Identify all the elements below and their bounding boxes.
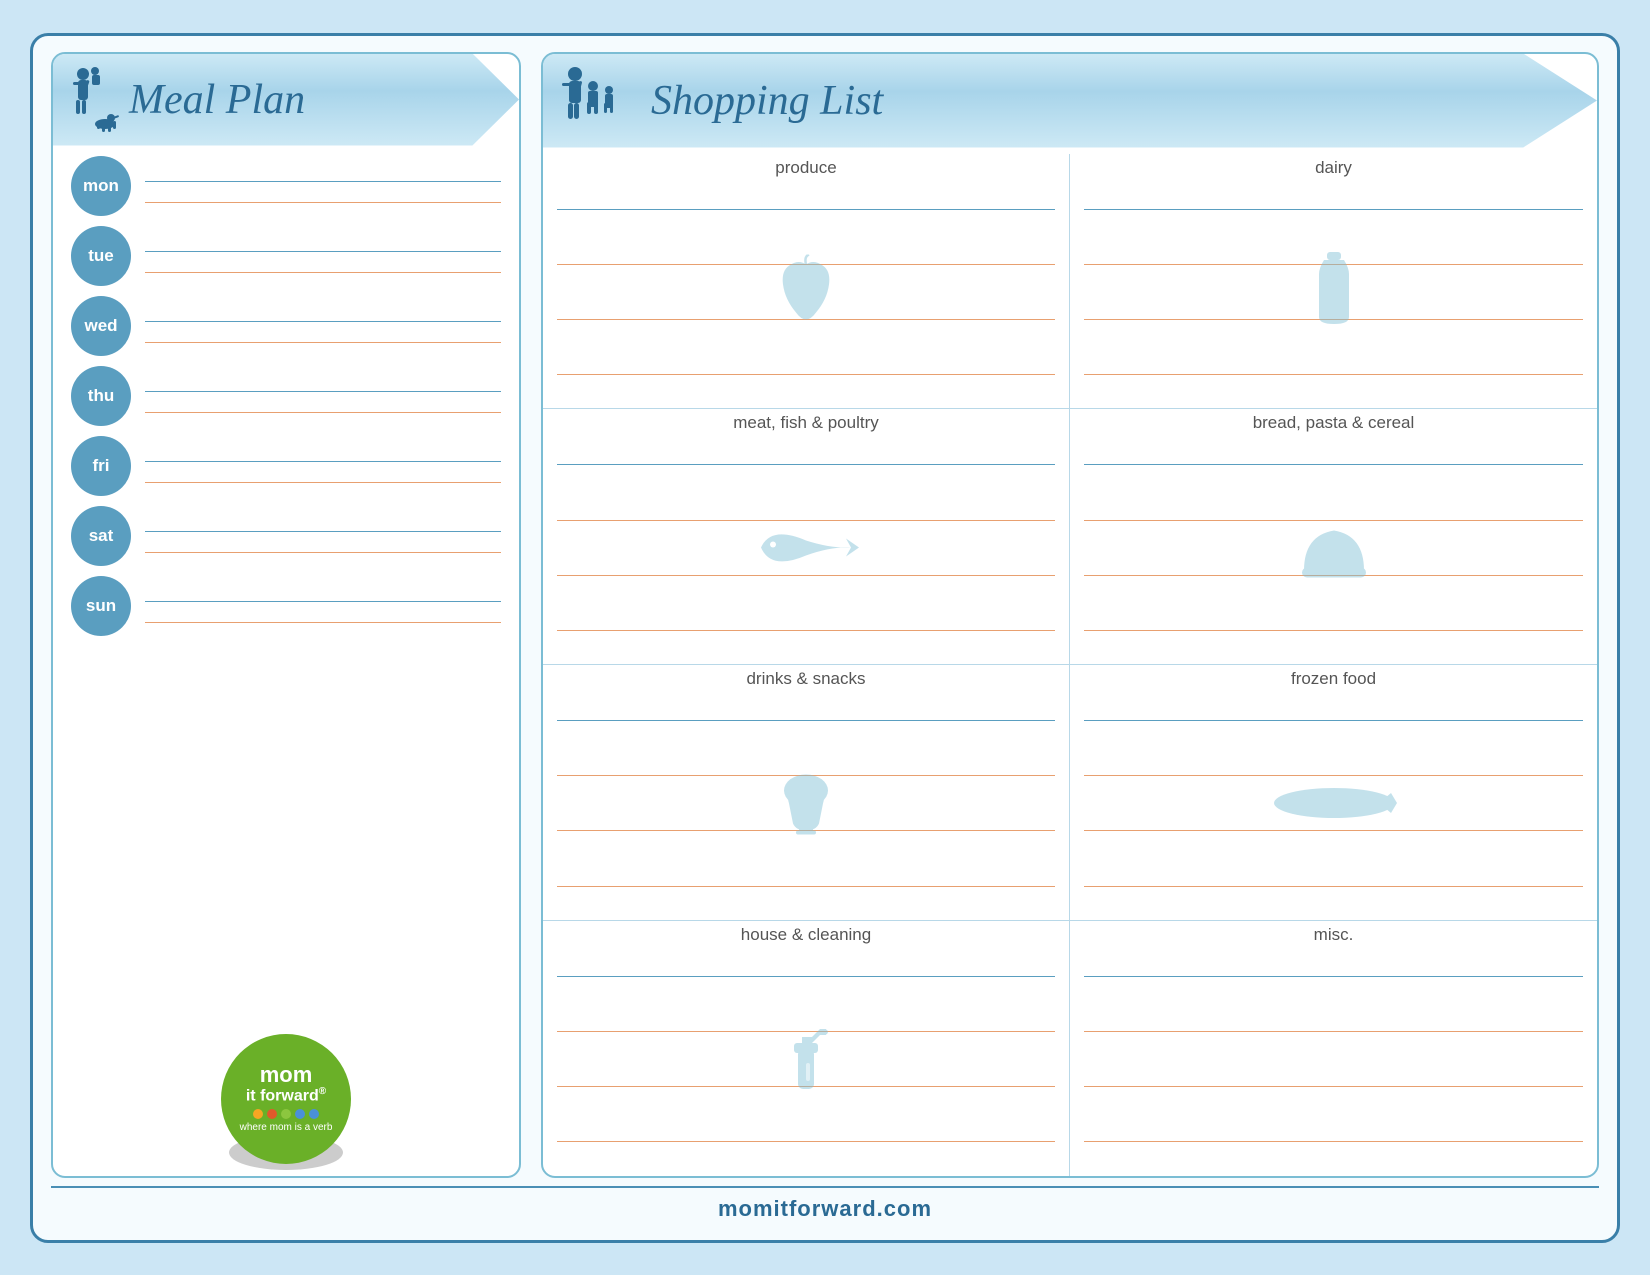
section-misc: misc. [1070,921,1597,1176]
day-row-mon: mon [71,156,501,216]
meal-plan-icon [67,66,119,134]
logo-area: mom it forward® where mom is a verb [53,1026,519,1176]
section-drinks: drinks & snacks [543,665,1069,921]
day-row-sun: sun [71,576,501,636]
logo-tagline: where mom is a verb [240,1122,333,1133]
section-frozen: frozen food [1070,665,1597,921]
meal-plan-header: Meal Plan [53,54,519,146]
fish-icon [751,520,861,575]
day-circle-wed: wed [71,296,131,356]
day-circle-tue: tue [71,226,131,286]
day-row-sat: sat [71,506,501,566]
section-title-house: house & cleaning [557,925,1055,949]
section-title-misc: misc. [1084,925,1583,949]
panels-row: Meal Plan mon tue [51,52,1599,1178]
bread-icon [1294,515,1374,580]
day-row-fri: fri [71,436,501,496]
meal-plan-panel: Meal Plan mon tue [51,52,521,1178]
section-house: house & cleaning [543,921,1069,1176]
section-title-drinks: drinks & snacks [557,669,1055,693]
logo-circle: mom it forward® where mom is a verb [221,1034,351,1164]
logo-text-itforward: it forward® [246,1086,326,1106]
day-row-tue: tue [71,226,501,286]
logo-text-mom: mom [260,1064,313,1086]
left-column: produce [543,154,1070,1176]
day-circle-sun: sun [71,576,131,636]
page-wrapper: Meal Plan mon tue [0,0,1650,1275]
footer-url: momitforward.com [718,1196,932,1222]
section-title-produce: produce [557,158,1055,182]
day-circle-mon: mon [71,156,131,216]
day-row-thu: thu [71,366,501,426]
section-produce: produce [543,154,1069,410]
apple-icon [771,254,841,329]
shopping-title: Shopping List [651,77,883,125]
section-meat: meat, fish & poultry [543,409,1069,665]
spray-icon [776,1019,836,1099]
meal-plan-days: mon tue wed [53,152,519,1026]
shopping-sections: produce [543,154,1597,1176]
shopping-header: Shopping List [543,54,1597,148]
shopping-icon [557,66,637,136]
frozen-fish-icon [1269,783,1399,823]
right-column: dairy [1070,154,1597,1176]
section-title-meat: meat, fish & poultry [557,413,1055,437]
section-bread: bread, pasta & cereal [1070,409,1597,665]
main-card: Meal Plan mon tue [30,33,1620,1243]
day-row-wed: wed [71,296,501,356]
section-title-frozen: frozen food [1084,669,1583,693]
cupcake-icon [771,766,841,841]
shopping-list-panel: Shopping List produce [541,52,1599,1178]
day-circle-sat: sat [71,506,131,566]
footer-bar: momitforward.com [51,1186,1599,1230]
logo-dots-row [253,1109,319,1119]
day-circle-fri: fri [71,436,131,496]
day-circle-thu: thu [71,366,131,426]
section-title-dairy: dairy [1084,158,1583,182]
section-title-bread: bread, pasta & cereal [1084,413,1583,437]
bottle-icon [1314,252,1354,332]
meal-plan-title: Meal Plan [129,76,305,124]
section-dairy: dairy [1070,154,1597,410]
